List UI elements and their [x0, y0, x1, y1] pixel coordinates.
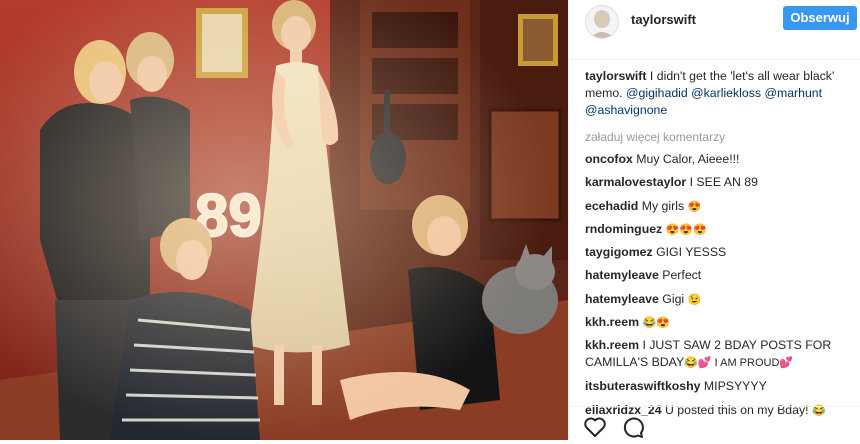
- mention-link[interactable]: @karliekloss: [691, 86, 761, 100]
- comment-username[interactable]: ecehadid: [585, 199, 638, 213]
- instagram-post: 89: [0, 0, 860, 440]
- follow-button[interactable]: Obserwuj: [783, 6, 857, 30]
- comment: kkh.reem I JUST SAW 2 BDAY POSTS FOR CAM…: [585, 337, 855, 372]
- comment-text: GIGI YESSS: [656, 245, 727, 260]
- comment-emoji: 😂😍: [642, 317, 670, 330]
- comment: itsbuteraswiftkoshy MIPSYYYY: [585, 378, 855, 401]
- comments-section: taylorswift I didn't get the 'let's all …: [585, 68, 855, 425]
- mention-link[interactable]: @gigihadid: [626, 86, 688, 100]
- comment-username[interactable]: oncofox: [585, 152, 633, 166]
- like-button[interactable]: [583, 415, 607, 439]
- comment-text: Muy Calor, Aieee!!!: [636, 152, 740, 166]
- comment-username[interactable]: rndominguez: [585, 222, 662, 236]
- comment-emoji: 😍: [687, 200, 702, 213]
- caption: taylorswift I didn't get the 'let's all …: [585, 68, 855, 119]
- comment-icon: [623, 417, 644, 438]
- comment: kkh.reem 😂😍: [585, 314, 855, 337]
- mention-link[interactable]: @marhunt: [764, 86, 822, 100]
- comment: hatemyleave Perfect: [585, 267, 855, 290]
- post-photo-image: 89: [0, 0, 568, 440]
- comment-username[interactable]: hatemyleave: [585, 292, 659, 306]
- comment-emoji: 😂💕 I AM PROUD💕: [684, 357, 794, 370]
- post-photo[interactable]: 89: [0, 0, 568, 440]
- comment-username[interactable]: kkh.reem: [585, 338, 639, 352]
- comment-text: MIPSYYYY: [703, 379, 767, 394]
- mention-link[interactable]: @ashavignone: [585, 103, 667, 117]
- comment-emoji: 😍😍😍: [665, 223, 707, 236]
- comment-emoji: 😉: [687, 293, 702, 306]
- comment-button[interactable]: [621, 415, 645, 439]
- avatar[interactable]: [585, 5, 619, 39]
- comment: oncofox Muy Calor, Aieee!!!: [585, 151, 855, 174]
- post-sidebar: taylorswift Obserwuj taylorswift I didn'…: [568, 0, 860, 440]
- comment-username[interactable]: kkh.reem: [585, 315, 639, 329]
- comment-username[interactable]: taygigomez: [585, 245, 653, 259]
- comment-username[interactable]: karmalovestaylor: [585, 175, 686, 189]
- comment-text: My girls: [641, 198, 685, 213]
- comment: karmalovestaylor I SEE AN 89: [585, 174, 855, 197]
- comment: taygigomez GIGI YESSS: [585, 244, 855, 267]
- comment-text: Perfect: [662, 268, 702, 283]
- comment-username[interactable]: itsbuteraswiftkoshy: [585, 379, 700, 393]
- comment-text: Gigi: [662, 291, 685, 306]
- comment: hatemyleave Gigi 😉: [585, 291, 855, 314]
- post-actions: [569, 406, 860, 441]
- header-username[interactable]: taylorswift: [631, 12, 696, 27]
- avatar-image: [586, 6, 618, 38]
- load-more-comments-link[interactable]: załaduj więcej komentarzy: [585, 129, 855, 146]
- comment: ecehadid My girls 😍: [585, 198, 855, 221]
- comment-username[interactable]: hatemyleave: [585, 268, 659, 282]
- comment: rndominguez 😍😍😍: [585, 221, 855, 244]
- comment-text: I SEE AN 89: [689, 175, 758, 190]
- post-header: taylorswift Obserwuj: [569, 0, 860, 60]
- heart-icon: [584, 417, 606, 437]
- caption-username[interactable]: taylorswift: [585, 69, 647, 83]
